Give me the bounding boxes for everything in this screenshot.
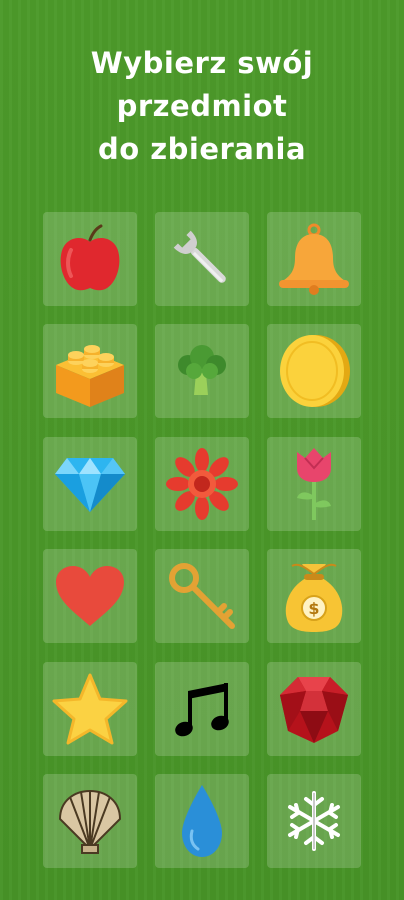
money-bag-icon: $ — [285, 563, 343, 632]
bell-icon — [279, 223, 349, 295]
ruby-icon — [280, 677, 348, 743]
item-tile-wrench[interactable] — [155, 212, 249, 306]
item-tile-ruby[interactable] — [267, 662, 361, 756]
apple-icon — [60, 224, 120, 291]
title-line-3: do zbierania — [97, 132, 307, 166]
item-tile-apple[interactable] — [43, 212, 137, 306]
lego-brick-icon — [56, 345, 124, 407]
item-tile-rose[interactable] — [267, 437, 361, 531]
seashell-icon — [58, 789, 122, 854]
broccoli-icon — [178, 345, 226, 395]
heart-icon — [56, 566, 124, 626]
item-tile-flower[interactable] — [155, 437, 249, 531]
item-tile-star[interactable] — [43, 662, 137, 756]
item-tile-water-drop[interactable] — [155, 774, 249, 868]
item-tile-broccoli[interactable] — [155, 324, 249, 418]
item-tile-key[interactable] — [155, 549, 249, 643]
item-tile-diamond[interactable] — [43, 437, 137, 531]
item-tile-lego-brick[interactable] — [43, 324, 137, 418]
diamond-icon — [55, 458, 125, 512]
key-icon — [169, 563, 235, 629]
item-tile-heart[interactable] — [43, 549, 137, 643]
water-drop-icon — [182, 785, 222, 857]
coin-icon — [280, 335, 350, 407]
item-tile-seashell[interactable] — [43, 774, 137, 868]
rose-icon — [297, 448, 331, 520]
item-tile-snowflake[interactable] — [267, 774, 361, 868]
item-tile-coin[interactable] — [267, 324, 361, 418]
item-tile-music-note[interactable] — [155, 662, 249, 756]
title-line-1: Wybierz swój — [90, 46, 314, 80]
wrench-icon — [173, 230, 226, 283]
item-tile-bell[interactable] — [267, 212, 361, 306]
svg-text:$: $ — [308, 599, 319, 618]
title-line-2: przedmiot — [116, 89, 288, 123]
snowflake-icon — [288, 791, 340, 851]
flower-icon — [166, 448, 238, 520]
page-title: Wybierz swój przedmiot do zbierania — [0, 42, 404, 171]
music-note-icon — [175, 683, 229, 737]
star-icon — [52, 673, 128, 745]
item-tile-money-bag[interactable]: $ — [267, 549, 361, 643]
